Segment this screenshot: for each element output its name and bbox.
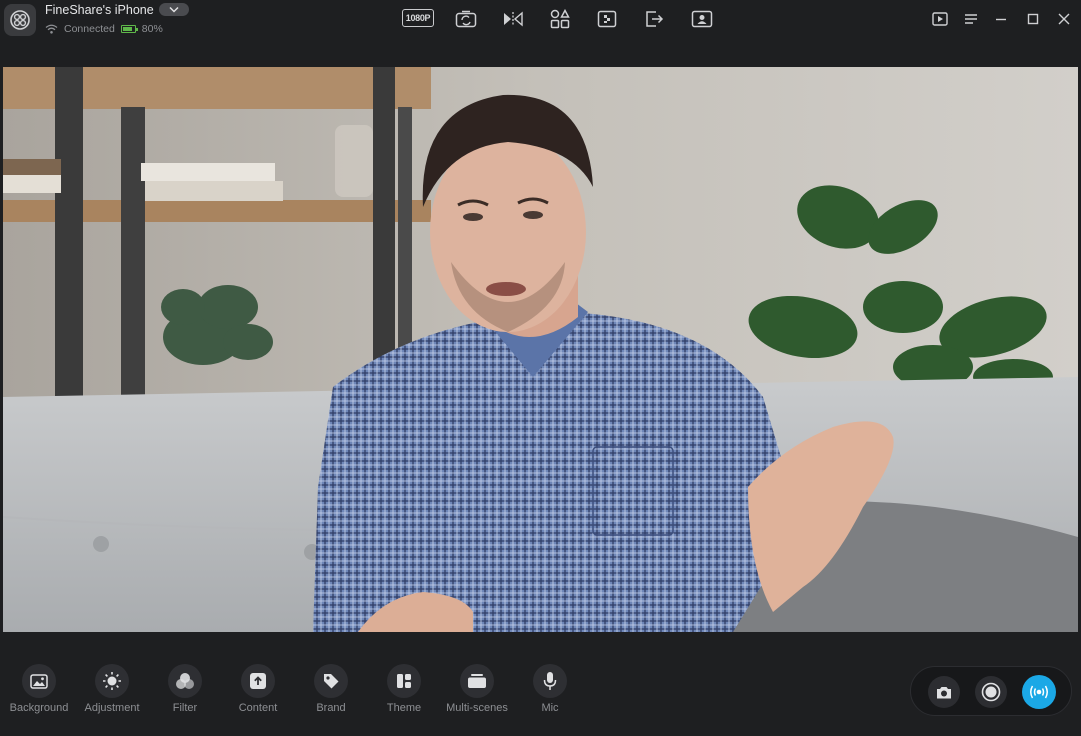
mirror-flip-button[interactable] [498, 8, 528, 30]
tool-label: Filter [172, 702, 198, 714]
device-name: FineShare's iPhone [45, 3, 154, 17]
device-dropdown-button[interactable] [159, 3, 189, 16]
tool-label: Theme [386, 702, 422, 714]
tool-icon-wrap [314, 664, 348, 698]
tool-icon-wrap [460, 664, 494, 698]
background-tool[interactable]: Background [3, 664, 75, 724]
live-broadcast-icon [1030, 685, 1048, 699]
media-library-icon [932, 12, 948, 26]
tool-label: Multi-scenes [446, 702, 508, 714]
tool-label: Brand [316, 702, 346, 714]
tool-label: Mic [541, 702, 559, 714]
bottom-bar: Background Adjustment Filter Content Bra… [0, 642, 1081, 736]
scenes-icon [468, 674, 486, 688]
record-button[interactable] [975, 676, 1007, 708]
chevron-down-icon [169, 6, 179, 13]
maximize-icon [1027, 13, 1039, 25]
portrait-icon [691, 10, 713, 28]
theme-tool[interactable]: Theme [368, 664, 440, 724]
connection-status-row: Connected 80% [45, 22, 169, 36]
tool-label: Content [238, 702, 278, 714]
tag-icon [324, 674, 339, 689]
microphone-icon [543, 672, 557, 690]
tool-icon-wrap [22, 664, 56, 698]
camera-feed-image [3, 67, 1078, 632]
effects-icon [550, 9, 570, 29]
adjustment-tool[interactable]: Adjustment [76, 664, 148, 724]
camera-preview [3, 67, 1078, 632]
maximize-button[interactable] [1022, 9, 1044, 29]
tool-icon-wrap [533, 664, 567, 698]
image-icon [30, 673, 48, 689]
media-library-button[interactable] [929, 9, 951, 29]
rotate-camera-icon [455, 10, 477, 28]
minimize-icon [996, 18, 1006, 21]
exit-button[interactable] [639, 8, 669, 30]
mic-tool[interactable]: Mic [514, 664, 586, 724]
multi-scenes-tool[interactable]: Multi-scenes [441, 664, 513, 724]
mosaic-icon [597, 10, 617, 28]
snapshot-camera-icon [937, 686, 951, 698]
tool-icon-wrap [387, 664, 421, 698]
minimize-button[interactable] [990, 9, 1012, 29]
tool-label: Background [9, 702, 69, 714]
tool-label: Adjustment [84, 702, 140, 714]
snapshot-button[interactable] [928, 676, 960, 708]
mirror-flip-icon [504, 11, 523, 27]
exit-icon [646, 11, 664, 27]
title-bar: FineShare's iPhone Connected 80% 1080P [0, 0, 1081, 42]
connection-status: Connected [64, 23, 115, 35]
close-icon [1058, 13, 1070, 25]
live-broadcast-button[interactable] [1022, 675, 1056, 709]
capture-controls [910, 666, 1072, 716]
tool-icon-wrap [241, 664, 275, 698]
filter-tool[interactable]: Filter [149, 664, 221, 724]
layout-icon [397, 674, 411, 688]
tool-icon-wrap [95, 664, 129, 698]
brand-tool[interactable]: Brand [295, 664, 367, 724]
wifi-icon [45, 24, 58, 34]
resolution-button[interactable]: 1080P [402, 9, 434, 27]
battery-icon [120, 25, 138, 33]
rotate-camera-button[interactable] [451, 8, 481, 30]
close-button[interactable] [1053, 9, 1075, 29]
app-logo-icon [4, 4, 36, 36]
menu-button[interactable] [960, 9, 982, 29]
tool-icon-wrap [168, 664, 202, 698]
mosaic-button[interactable] [592, 8, 622, 30]
battery-percent: 80% [141, 23, 163, 35]
upload-icon [250, 673, 266, 689]
portrait-mode-button[interactable] [687, 8, 717, 30]
filter-icon [176, 673, 194, 689]
battery-level-fill [122, 27, 132, 31]
record-icon [981, 682, 1001, 702]
effects-button[interactable] [545, 8, 575, 30]
menu-icon [965, 14, 977, 24]
content-tool[interactable]: Content [222, 664, 294, 724]
brightness-icon [103, 672, 121, 690]
